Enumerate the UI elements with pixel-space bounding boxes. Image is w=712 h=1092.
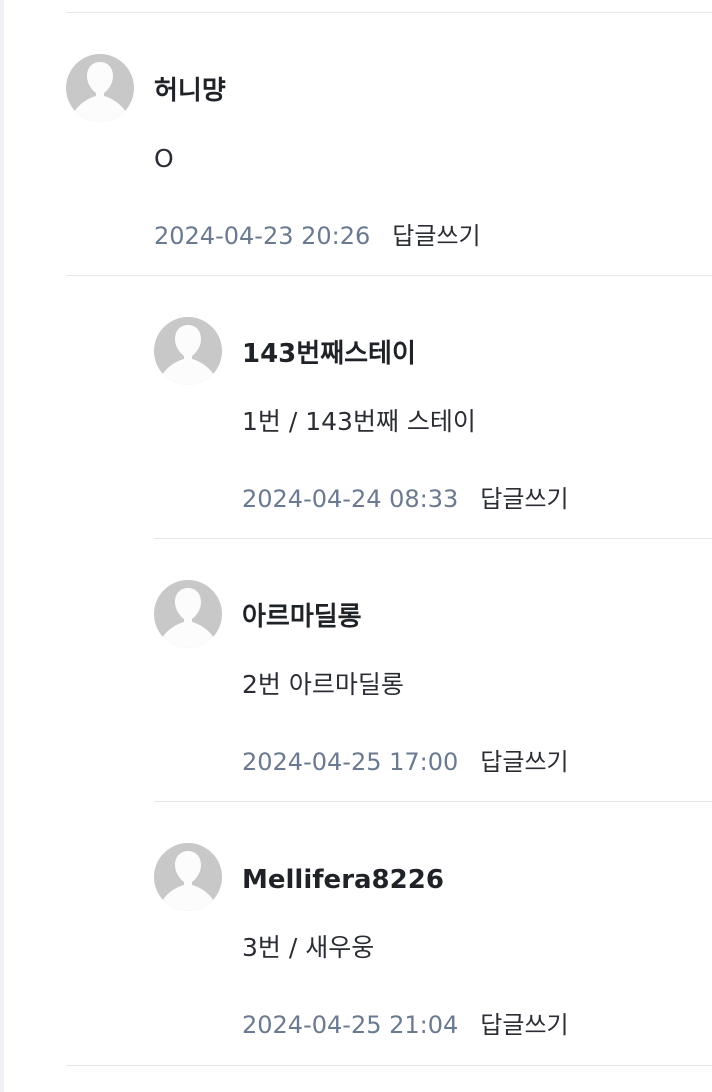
comment-date: 2024-04-25 17:00 [242,748,459,776]
default-user-icon[interactable] [154,580,222,648]
comment-item: 허니먕 O 2024-04-23 20:26 답글쓰기 [66,54,712,276]
comment-meta: 2024-04-25 21:04 답글쓰기 [242,1010,569,1043]
comment-text: 3번 / 새우웅 [242,933,375,962]
default-user-icon[interactable] [154,843,222,911]
comment-date: 2024-04-23 20:26 [154,222,371,250]
default-user-icon[interactable] [154,317,222,385]
reply-comment-item: 아르마딜롱 2번 아르마딜롱 2024-04-25 17:00 답글쓰기 [154,580,712,802]
comment-meta: 2024-04-25 17:00 답글쓰기 [242,747,569,780]
comment-author[interactable]: Mellifera8226 [242,865,444,895]
comment-meta: 2024-04-23 20:26 답글쓰기 [154,221,481,254]
comment-author[interactable]: 143번째스테이 [242,339,416,369]
reply-button[interactable]: 답글쓰기 [392,221,480,251]
comment-section: 허니먕 O 2024-04-23 20:26 답글쓰기 143번째스테이 1번 /… [0,0,712,1092]
comment-meta: 2024-04-24 08:33 답글쓰기 [242,484,569,517]
comment-author[interactable]: 허니먕 [154,76,226,106]
reply-button[interactable]: 답글쓰기 [480,484,568,514]
reply-button[interactable]: 답글쓰기 [480,1010,568,1040]
divider [66,1065,712,1066]
comment-date: 2024-04-24 08:33 [242,485,459,513]
reply-comment-item: Mellifera8226 3번 / 새우웅 2024-04-25 21:04 답… [154,843,712,1065]
reply-comment-item: 143번째스테이 1번 / 143번째 스테이 2024-04-24 08:33… [154,317,712,539]
divider [66,12,712,13]
comment-text: O [154,144,174,173]
comment-author[interactable]: 아르마딜롱 [242,602,362,632]
comment-text: 2번 아르마딜롱 [242,670,404,699]
comment-text: 1번 / 143번째 스테이 [242,407,476,436]
reply-button[interactable]: 답글쓰기 [480,747,568,777]
comment-date: 2024-04-25 21:04 [242,1011,459,1039]
default-user-icon[interactable] [66,54,134,122]
